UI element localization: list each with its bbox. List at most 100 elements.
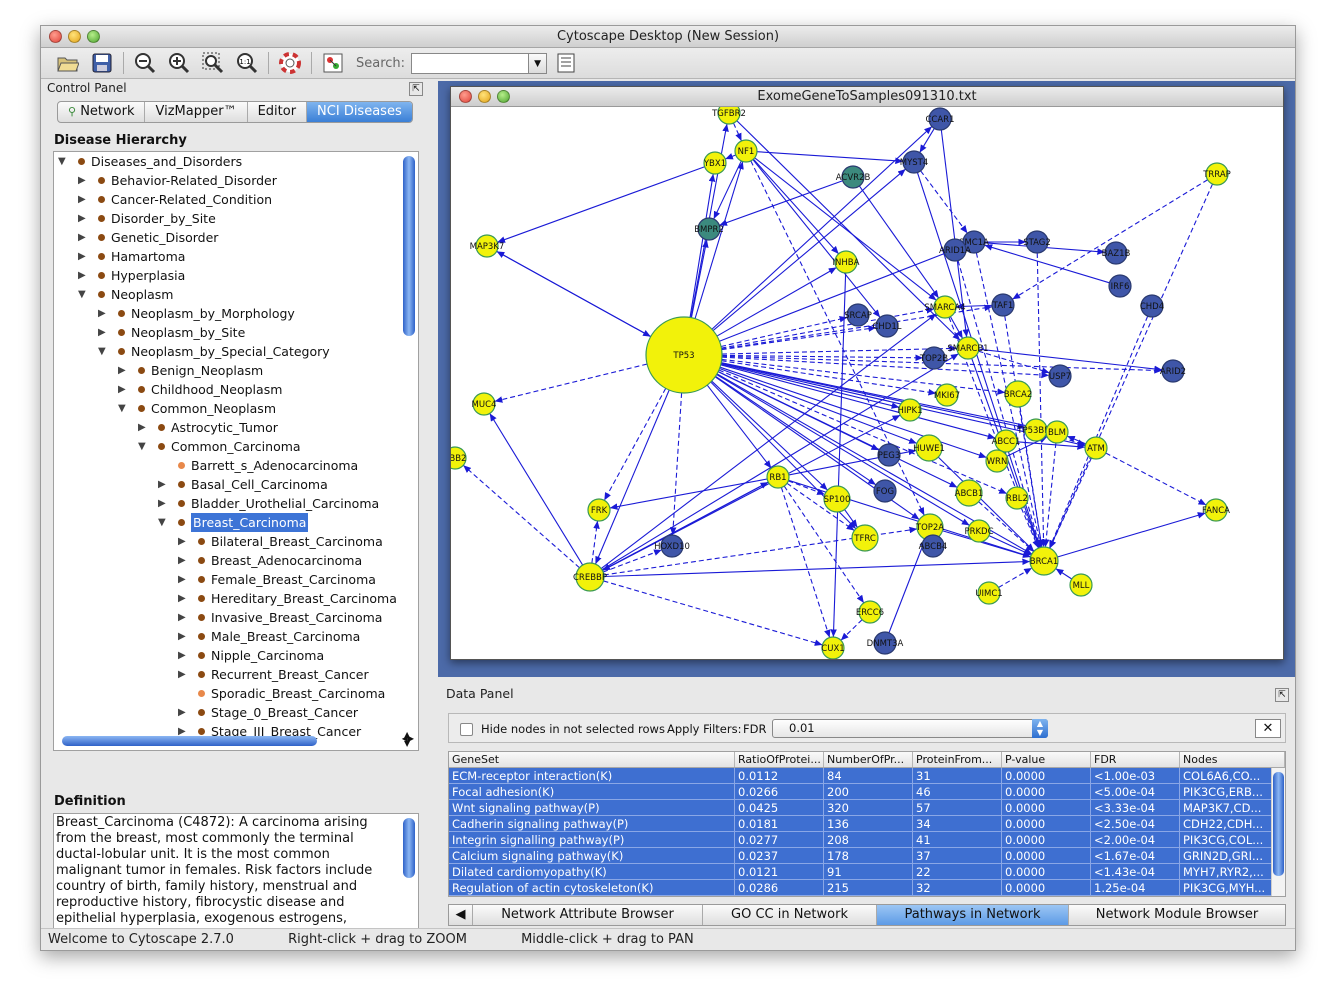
tree-item[interactable]: ▶ Benign_Neoplasm — [54, 361, 418, 380]
network-edge[interactable] — [719, 366, 987, 459]
network-edge[interactable] — [603, 558, 1031, 578]
network-edge[interactable] — [718, 369, 1008, 495]
network-node[interactable]: RBL2 — [1005, 486, 1029, 510]
hide-nodes-checkbox[interactable] — [460, 723, 473, 736]
network-node[interactable]: INHBA — [833, 250, 860, 274]
tree-item[interactable]: ▶ Cancer-Related_Condition — [54, 190, 418, 209]
tree-item[interactable]: ▶ Recurrent_Breast_Cancer — [54, 665, 418, 684]
zoom-in-icon[interactable] — [166, 51, 192, 75]
tab-network-module-browser[interactable]: Network Module Browser — [1069, 905, 1285, 925]
definition-scroll-thumb[interactable] — [403, 818, 415, 878]
table-row[interactable]: Regulation of actin cytoskeleton(K) 0.028… — [449, 880, 1285, 896]
network-node[interactable]: NF1 — [734, 139, 758, 163]
tree-expand-icon[interactable]: ▶ — [178, 532, 190, 551]
network-node[interactable]: TAF1 — [991, 293, 1015, 317]
network-edge[interactable] — [591, 520, 600, 564]
network-edge[interactable] — [788, 479, 1031, 558]
tree-item[interactable]: ▶ Neoplasm_by_Site — [54, 323, 418, 342]
tree-item[interactable]: ▼ Common_Carcinoma — [54, 437, 418, 456]
tree-collapse-icon[interactable]: ▼ — [78, 285, 90, 304]
network-canvas[interactable]: TP53 TGFBR2 NF1 YBX1 CCAR1 MYST4 ACVR2B TRRAP MA… — [451, 107, 1284, 660]
network-edge[interactable] — [1055, 568, 1073, 580]
close-network-button[interactable] — [459, 90, 472, 103]
tree-item[interactable]: ▶ Hamartoma — [54, 247, 418, 266]
tree-item[interactable]: ▶ Astrocytic_Tumor — [54, 418, 418, 437]
tree-collapse-icon[interactable]: ▼ — [58, 152, 70, 171]
network-edge[interactable] — [998, 567, 1033, 588]
minimize-window-button[interactable] — [68, 30, 81, 43]
close-window-button[interactable] — [49, 30, 62, 43]
tree-expand-icon[interactable]: ▶ — [178, 627, 190, 646]
network-node[interactable]: TGFBR2 — [711, 107, 746, 125]
zoom-out-icon[interactable] — [132, 51, 158, 75]
search-options-icon[interactable] — [553, 51, 579, 75]
tree-expand-icon[interactable]: ▶ — [178, 570, 190, 589]
table-row[interactable]: Dilated cardiomyopathy(K) 0.0121 91 22 0.000… — [449, 864, 1285, 880]
tree-item[interactable]: ▶ Stage_0_Breast_Cancer — [54, 703, 418, 722]
network-edge[interactable] — [780, 487, 831, 638]
tree-item[interactable]: ▶ Hereditary_Breast_Carcinoma — [54, 589, 418, 608]
network-node[interactable]: MUC4 — [472, 392, 497, 416]
tree-expand-icon[interactable]: ▶ — [98, 304, 110, 323]
tree-item[interactable]: Barrett_s_Adenocarcinoma — [54, 456, 418, 475]
network-edge[interactable] — [602, 481, 769, 571]
definition-scrollbar[interactable] — [402, 816, 416, 938]
tree-item[interactable]: ▼ Common_Neoplasm — [54, 399, 418, 418]
tree-item[interactable]: ▶ Behavior-Related_Disorder — [54, 171, 418, 190]
maximize-window-button[interactable] — [87, 30, 100, 43]
tree-expand-icon[interactable]: ▶ — [138, 418, 150, 437]
tab-nci-diseases[interactable]: NCI Diseases — [307, 102, 412, 122]
network-edge[interactable] — [919, 128, 935, 153]
tree-expand-icon[interactable]: ▶ — [78, 228, 90, 247]
table-row[interactable]: Cadherin signaling pathway(P) 0.0181 136 34… — [449, 816, 1285, 832]
table-row[interactable]: ECM-receptor interaction(K) 0.0112 84 31 0.0… — [449, 768, 1285, 784]
network-node[interactable]: HOXD10 — [654, 534, 690, 558]
network-edge[interactable] — [888, 538, 926, 633]
tree-expand-icon[interactable]: ▶ — [78, 190, 90, 209]
network-node[interactable]: ABCB1 — [955, 479, 984, 507]
save-icon[interactable] — [89, 51, 115, 75]
network-edge[interactable] — [1036, 252, 1047, 548]
tab-vizmapper[interactable]: VizMapper™ — [145, 102, 248, 122]
disease-tree[interactable]: ▼ Diseases_and_Disorders ▶ Behavior-Related… — [53, 151, 419, 751]
network-node[interactable]: BLM — [1045, 420, 1069, 444]
tab-pathways-in-network[interactable]: Pathways in Network — [877, 905, 1069, 925]
table-row[interactable]: Wnt signaling pathway(P) 0.0425 320 57 0.000… — [449, 800, 1285, 816]
table-row[interactable]: Integrin signalling pathway(P) 0.0277 208 4… — [449, 832, 1285, 848]
tree-expand-icon[interactable]: ▶ — [178, 589, 190, 608]
network-edge[interactable] — [920, 170, 968, 234]
network-node[interactable]: UIMC1 — [975, 581, 1003, 605]
network-node[interactable]: TRRAP — [1202, 162, 1231, 186]
tree-expand-icon[interactable]: ▶ — [178, 703, 190, 722]
network-node[interactable]: YBX1 — [703, 151, 727, 175]
tree-expand-icon[interactable]: ▶ — [158, 494, 170, 513]
fdr-threshold-select[interactable]: 0.01 ▲ ▼ — [772, 719, 1048, 738]
network-node[interactable]: SP100 — [823, 485, 851, 513]
tree-expand-icon[interactable]: ▶ — [78, 247, 90, 266]
tree-collapse-icon[interactable]: ▼ — [98, 342, 110, 361]
network-node[interactable]: IRF6 — [1108, 274, 1132, 298]
table-row[interactable]: Focal adhesion(K) 0.0266 200 46 0.0000 <5.00e… — [449, 784, 1285, 800]
tree-expand-icon[interactable]: ▶ — [98, 323, 110, 342]
column-header[interactable]: NumberOfPr... — [824, 752, 913, 767]
network-node[interactable]: CHD4 — [1140, 294, 1164, 318]
tree-item[interactable]: ▶ Disorder_by_Site — [54, 209, 418, 228]
network-edge[interactable] — [756, 151, 904, 165]
tree-item[interactable]: ▶ Neoplasm_by_Morphology — [54, 304, 418, 323]
search-input[interactable] — [411, 52, 530, 74]
network-node[interactable]: DNMT3A — [867, 631, 904, 655]
network-node[interactable]: FRK — [587, 498, 611, 522]
column-header[interactable]: Nodes — [1180, 752, 1285, 767]
network-edge[interactable] — [752, 158, 840, 255]
network-edge[interactable] — [1105, 452, 1207, 506]
network-edge[interactable] — [497, 166, 705, 243]
tree-collapse-icon[interactable]: ▼ — [118, 399, 130, 418]
undock-icon[interactable]: ⇱ — [409, 82, 423, 96]
network-node[interactable]: SMARCA4 — [924, 295, 966, 319]
open-folder-icon[interactable] — [55, 51, 81, 75]
network-edge[interactable] — [1049, 457, 1092, 549]
tree-hscroll-arrows[interactable]: ◀▶ — [402, 734, 414, 743]
network-node[interactable]: BAZ1B — [1102, 241, 1131, 265]
network-node[interactable]: BRCA1 — [1029, 546, 1059, 576]
tab-editor[interactable]: Editor — [248, 102, 308, 122]
